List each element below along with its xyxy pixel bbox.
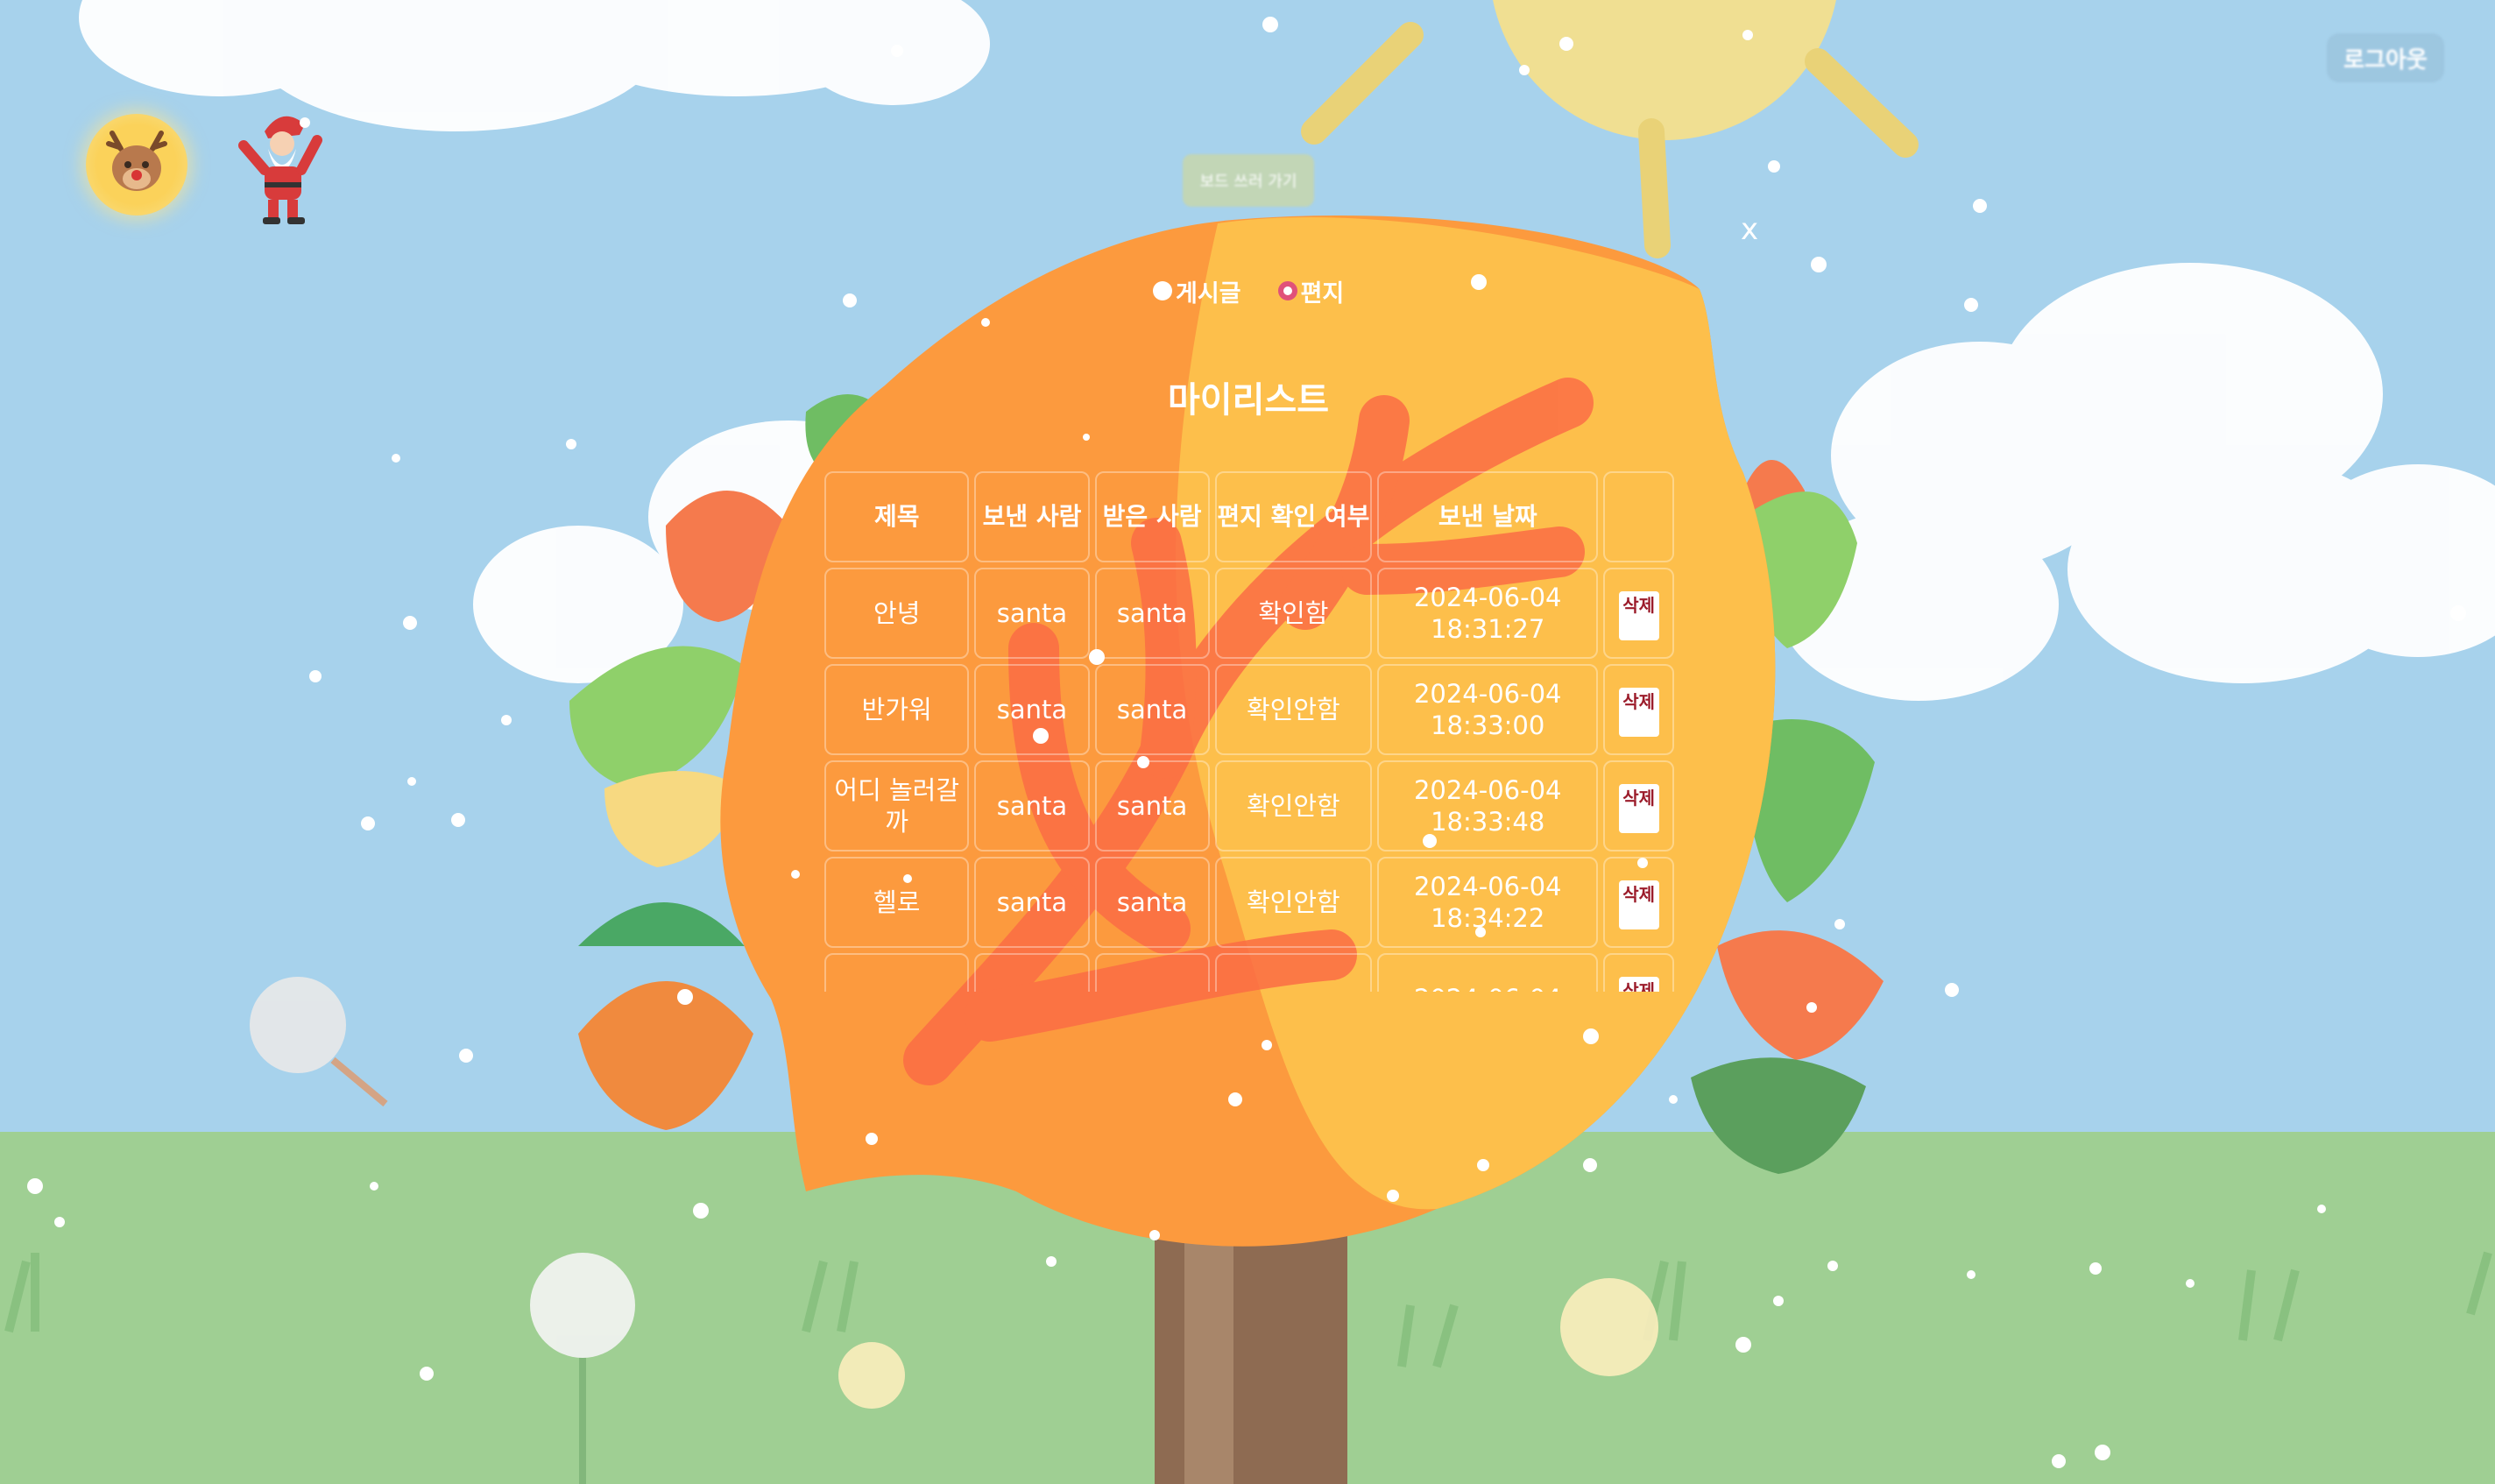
sent-date: 2024-06-04 <box>1414 984 1562 992</box>
column-header-read-status: 편지 확인 여부 <box>1214 471 1373 562</box>
reindeer-avatar[interactable] <box>86 114 187 216</box>
letter-table-scroll-area[interactable]: 제목 보낸 사람 받은 사람 편지 확인 여부 보낸 날짜 안녕 santa s… <box>819 466 1679 992</box>
column-header-sender: 보낸 사람 <box>974 471 1090 562</box>
santa-icon <box>238 116 322 224</box>
delete-button[interactable]: 삭제 <box>1618 687 1659 737</box>
cell-read-status <box>1214 953 1373 992</box>
cell-receiver: santa <box>1094 760 1210 852</box>
tree-trunk <box>1155 1209 1347 1484</box>
cell-read-status: 확인안함 <box>1214 760 1373 852</box>
delete-button[interactable]: 삭제 <box>1618 590 1659 640</box>
column-header-title: 제목 <box>824 471 970 562</box>
letter-table: 제목 보낸 사람 받은 사람 편지 확인 여부 보낸 날짜 안녕 santa s… <box>819 466 1679 992</box>
cell-action: 삭제 <box>1603 568 1674 659</box>
table-row[interactable]: 안녕 santa santa 확인함 2024-06-04 18:31:27 삭제 <box>824 568 1674 659</box>
cell-sender <box>974 953 1090 992</box>
cell-sent-date: 2024-06-04 18:31:27 <box>1377 568 1599 659</box>
radio-button-posts[interactable] <box>1153 281 1172 300</box>
cell-sender: santa <box>974 664 1090 755</box>
list-type-radio-group: 게시글 편지 <box>1153 273 1344 308</box>
table-header-row: 제목 보낸 사람 받은 사람 편지 확인 여부 보낸 날짜 <box>824 471 1674 562</box>
faded-action-button[interactable]: 보드 쓰러 가기 <box>1183 154 1314 207</box>
logout-button[interactable]: 로그아웃 <box>2327 33 2444 82</box>
radio-button-letters[interactable] <box>1277 281 1297 300</box>
sent-time: 18:31:27 <box>1431 614 1545 644</box>
cell-read-status: 확인함 <box>1214 568 1373 659</box>
reindeer-icon <box>106 131 167 191</box>
sent-date: 2024-06-04 <box>1413 775 1562 805</box>
column-header-receiver: 받은 사람 <box>1094 471 1210 562</box>
sent-time: 18:33:00 <box>1431 710 1545 740</box>
delete-button[interactable]: 삭제 <box>1618 880 1659 929</box>
radio-label-posts: 게시글 <box>1176 279 1241 307</box>
cell-sent-date: 2024-06-04 18:34:22 <box>1377 857 1599 948</box>
column-header-sent-date: 보낸 날짜 <box>1377 471 1599 562</box>
close-button[interactable]: x <box>1735 212 1764 247</box>
sent-date: 2024-06-04 <box>1413 872 1562 901</box>
radio-option-letters[interactable]: 편지 <box>1277 274 1345 308</box>
cell-action: 삭제 <box>1603 664 1674 755</box>
cell-read-status: 확인안함 <box>1214 664 1373 755</box>
table-row[interactable]: 2024-06-04 삭제 <box>824 953 1674 992</box>
sent-date: 2024-06-04 <box>1413 679 1562 709</box>
cell-sender: santa <box>974 857 1090 948</box>
cell-action: 삭제 <box>1603 760 1674 852</box>
cell-sent-date: 2024-06-04 18:33:00 <box>1377 664 1599 755</box>
cell-title[interactable]: 헬로 <box>824 857 970 948</box>
delete-button[interactable]: 삭제 <box>1618 783 1659 833</box>
sent-date: 2024-06-04 <box>1413 583 1562 612</box>
cell-read-status: 확인안함 <box>1214 857 1373 948</box>
column-header-action <box>1603 471 1674 562</box>
cell-title[interactable]: 반가워 <box>824 664 970 755</box>
cell-action: 삭제 <box>1603 857 1674 948</box>
cell-receiver: santa <box>1094 664 1210 755</box>
cell-action: 삭제 <box>1603 953 1674 992</box>
delete-button[interactable]: 삭제 <box>1618 976 1659 992</box>
cell-receiver: santa <box>1094 568 1210 659</box>
sent-time: 18:34:22 <box>1431 903 1545 933</box>
cell-sent-date: 2024-06-04 <box>1377 953 1599 992</box>
table-row[interactable]: 어디 놀러갈까 santa santa 확인안함 2024-06-04 18:33… <box>824 760 1674 852</box>
cell-title[interactable] <box>824 953 970 992</box>
table-row[interactable]: 반가워 santa santa 확인안함 2024-06-04 18:33:00 … <box>824 664 1674 755</box>
sent-time: 18:33:48 <box>1431 807 1545 837</box>
radio-option-posts[interactable]: 게시글 <box>1153 274 1241 308</box>
cell-receiver: santa <box>1094 857 1210 948</box>
page-title: 마이리스트 <box>1168 380 1329 420</box>
cell-title[interactable]: 안녕 <box>824 568 970 659</box>
cell-sender: santa <box>974 568 1090 659</box>
radio-label-letters: 편지 <box>1300 279 1345 307</box>
cell-title[interactable]: 어디 놀러갈까 <box>824 760 970 852</box>
cell-sender: santa <box>974 760 1090 852</box>
cell-sent-date: 2024-06-04 18:33:48 <box>1377 760 1599 852</box>
table-row[interactable]: 헬로 santa santa 확인안함 2024-06-04 18:34:22 삭… <box>824 857 1674 948</box>
cell-receiver <box>1094 953 1210 992</box>
